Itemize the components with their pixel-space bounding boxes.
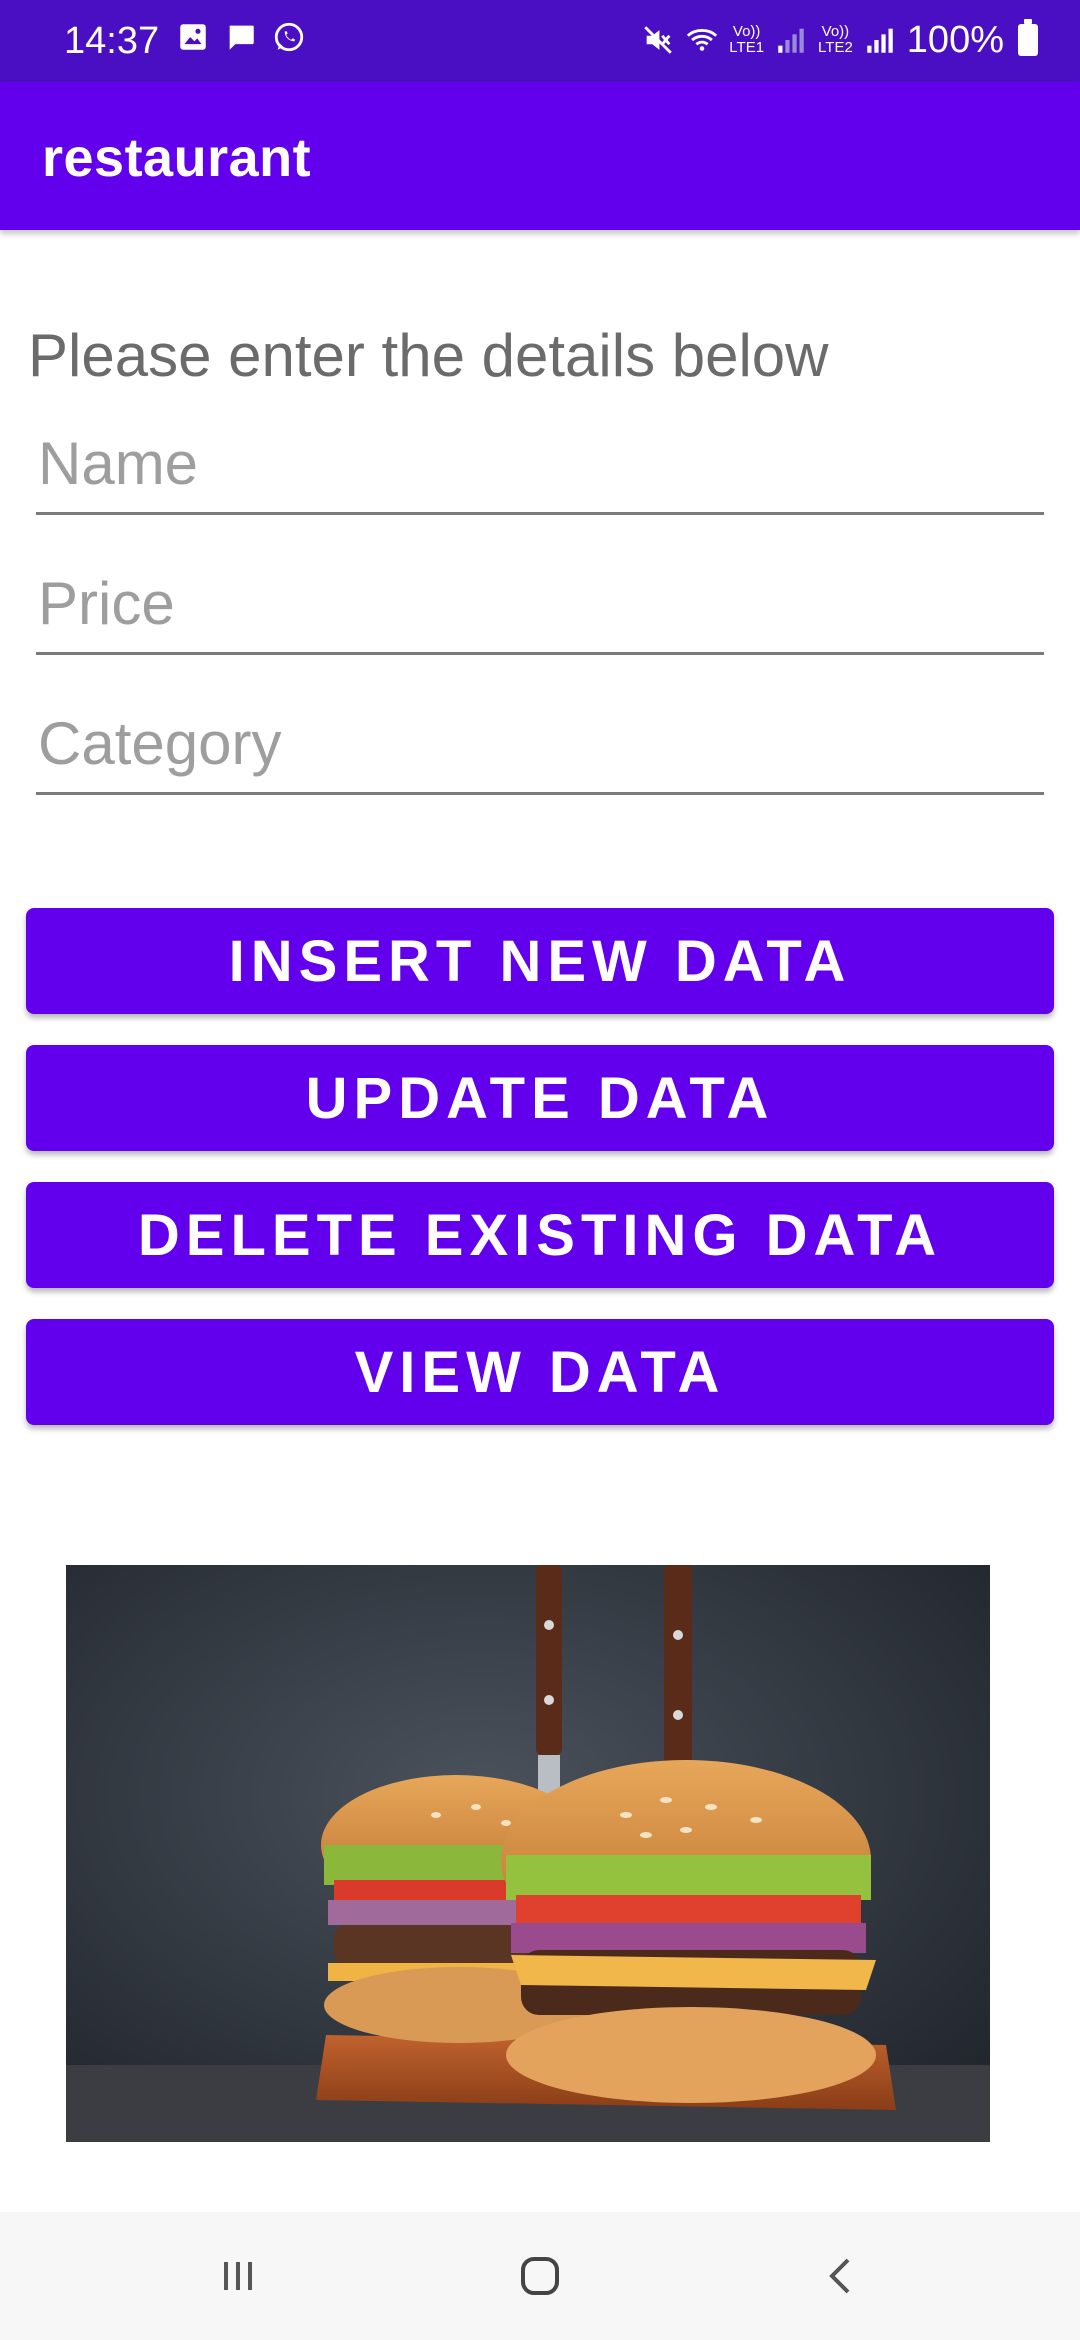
recent-apps-icon bbox=[224, 2262, 252, 2290]
name-input[interactable] bbox=[36, 415, 1044, 515]
whatsapp-icon bbox=[274, 22, 304, 52]
price-input[interactable] bbox=[36, 555, 1044, 655]
status-time: 14:37 bbox=[64, 20, 160, 62]
home-button[interactable] bbox=[480, 2236, 600, 2316]
category-input[interactable] bbox=[36, 695, 1044, 795]
notification-icons bbox=[176, 20, 306, 54]
burger-illustration bbox=[66, 1565, 990, 2142]
mute-icon bbox=[644, 26, 673, 54]
back-icon bbox=[829, 2258, 850, 2294]
message-icon bbox=[229, 25, 254, 50]
back-button[interactable] bbox=[782, 2236, 902, 2316]
image-icon bbox=[180, 24, 206, 50]
navigation-bar bbox=[0, 2212, 1080, 2340]
insert-new-data-button[interactable]: INSERT NEW DATA bbox=[26, 908, 1054, 1014]
sim1-network-label: Vo)) LTE1 bbox=[729, 23, 765, 56]
signal-icon bbox=[778, 28, 804, 53]
delete-existing-data-button[interactable]: DELETE EXISTING DATA bbox=[26, 1182, 1054, 1288]
signal-icon bbox=[867, 28, 893, 53]
app-screen: 14:37 Vo)) LTE1 Vo)) LTE2 100% restauran… bbox=[0, 0, 1080, 2340]
app-title: restaurant bbox=[42, 128, 312, 188]
battery-icon bbox=[1018, 19, 1038, 56]
wifi-icon bbox=[687, 29, 718, 51]
form-prompt: Please enter the details below bbox=[28, 322, 829, 389]
home-icon bbox=[521, 2257, 559, 2295]
app-bar: restaurant bbox=[0, 82, 1080, 230]
view-data-button[interactable]: VIEW DATA bbox=[26, 1319, 1054, 1425]
status-bar: 14:37 Vo)) LTE1 Vo)) LTE2 100% bbox=[0, 0, 1080, 82]
burger-image bbox=[66, 1565, 990, 2142]
update-data-button[interactable]: UPDATE DATA bbox=[26, 1045, 1054, 1151]
sim2-network-label: Vo)) LTE2 bbox=[818, 23, 853, 56]
recent-apps-button[interactable] bbox=[178, 2236, 298, 2316]
battery-percent: 100% bbox=[906, 19, 1004, 61]
system-status: Vo)) LTE1 Vo)) LTE2 100% bbox=[641, 14, 1038, 66]
